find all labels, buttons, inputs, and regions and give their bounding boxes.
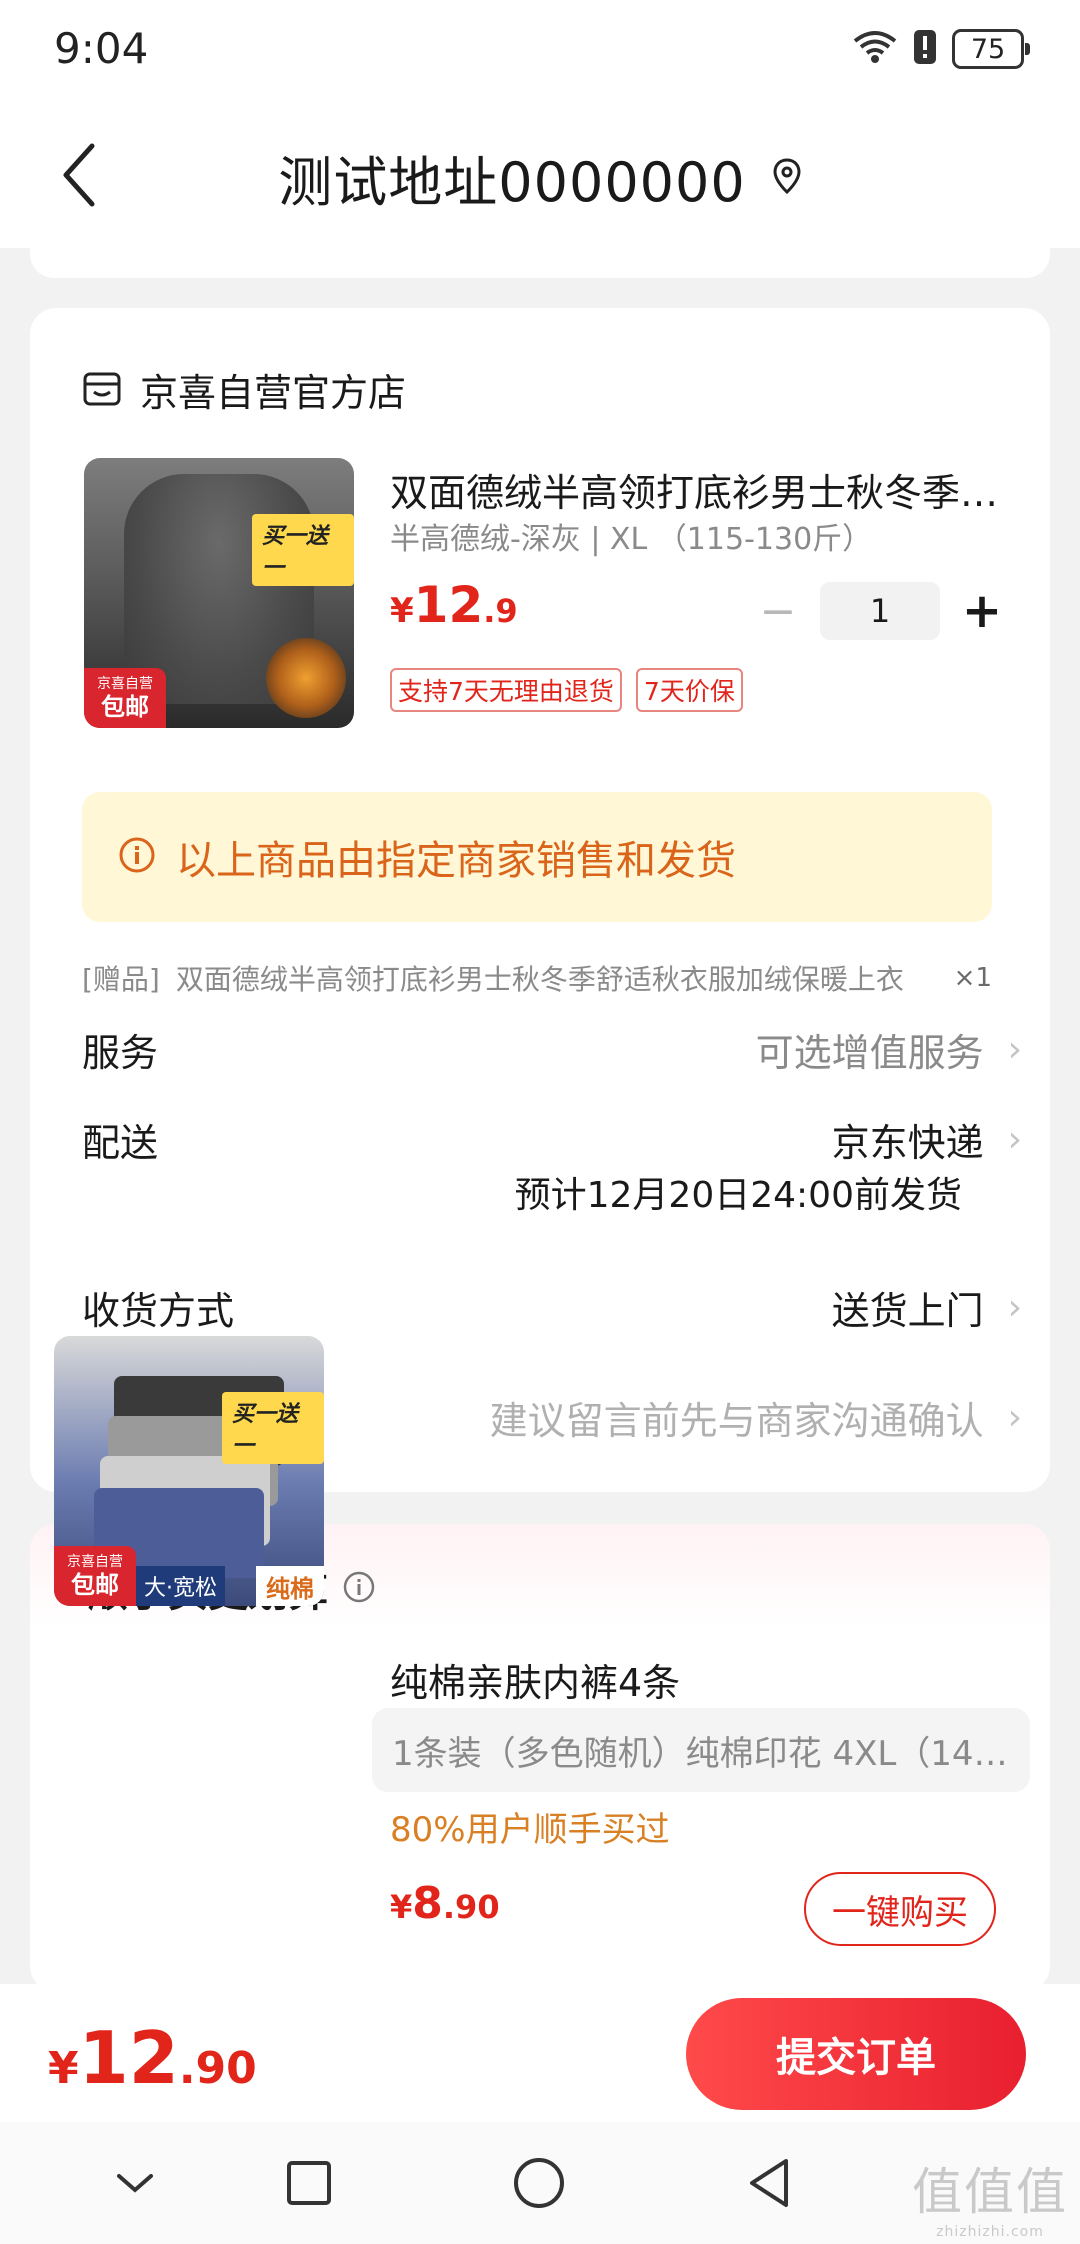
price-symbol: ¥ (48, 2043, 79, 2094)
store-icon (82, 368, 122, 412)
gift-row: [赠品] 双面德绒半高领打底衫男士秋冬季舒适秋衣服加绒保暖上衣 ×1 (82, 958, 992, 998)
badge-top-text: 京喜自营 (67, 1554, 123, 1570)
submit-order-button[interactable]: 提交订单 (686, 1998, 1026, 2110)
upsell-spec-selector[interactable]: 1条装（多色随机）纯棉印花 4XL（145-165斤） (372, 1708, 1030, 1792)
seller-notice: 以上商品由指定商家销售和发货 (82, 792, 992, 922)
product-price: ¥ 12 .9 (390, 576, 518, 634)
upsell-product-title[interactable]: 纯棉亲肤内裤4条 (390, 1652, 1010, 1707)
price-decimal: .90 (442, 1888, 500, 1926)
price-integer: 12 (78, 2016, 179, 2100)
price-decimal: .9 (483, 592, 518, 630)
status-icons: 75 (852, 28, 1030, 70)
store-name: 京喜自营官方店 (140, 371, 407, 415)
fit-badge: 大·宽松 (136, 1566, 225, 1606)
price-symbol: ¥ (390, 591, 414, 631)
receive-method-value: 送货上门 (831, 1289, 984, 1333)
delivery-value: 京东快递 (831, 1121, 984, 1165)
nav-recents-button[interactable] (274, 2148, 344, 2218)
store-card: 京喜自营官方店 买一送一 京喜自营 包邮 双面德绒半高领打底衫男士秋冬季舒适秋衣… (30, 308, 1050, 1492)
price-symbol: ¥ (390, 1888, 413, 1926)
gift-label: [赠品] (82, 963, 160, 996)
price-protect-tag: 7天价保 (635, 668, 743, 712)
quantity-stepper: − 1 + (748, 582, 1012, 640)
product-spec[interactable]: 半高德绒-深灰 | XL （115-130斤） (390, 514, 872, 558)
chevron-right-icon: › (1007, 1029, 1022, 1070)
quantity-plus-button[interactable]: + (952, 583, 1012, 639)
upsell-price: ¥ 8 .90 (390, 1878, 500, 1929)
watermark-sub: zhizhizhi.com (936, 2224, 1044, 2240)
service-row[interactable]: 服务 可选增值服务 › (82, 1022, 1022, 1077)
gift-qty: ×1 (953, 963, 992, 993)
delivery-estimate: 预计12月20日24:00前发货 (514, 1175, 962, 1216)
jd-badge: 京喜自营 包邮 (84, 668, 166, 728)
info-icon (118, 836, 156, 878)
nav-hide-button[interactable] (100, 2148, 170, 2218)
social-proof: 80%用户顺手买过 (390, 1810, 670, 1850)
message-input[interactable]: 建议留言前先与商家沟通确认 (490, 1390, 984, 1445)
watermark-main: 值值值 (912, 2163, 1068, 2221)
fleece-graphic (266, 638, 346, 718)
jd-badge: 京喜自营 包邮 (54, 1546, 136, 1606)
address-selector[interactable]: 测试地址0000000 (0, 138, 1080, 217)
receive-method-label: 收货方式 (82, 1289, 235, 1333)
square-icon (287, 2161, 331, 2205)
upsell-product-image[interactable]: 买一送一 京喜自营 包邮 大·宽松 纯棉 (54, 1336, 324, 1606)
alert-icon (912, 28, 938, 70)
status-time: 9:04 (54, 24, 149, 73)
service-label: 服务 (82, 1031, 159, 1075)
battery-icon: 75 (952, 29, 1030, 69)
header: 测试地址0000000 (0, 100, 1080, 248)
badge-bottom-text: 包邮 (101, 693, 149, 721)
info-icon[interactable] (342, 1570, 376, 1608)
return-policy-tag: 支持7天无理由退货 (390, 668, 622, 712)
product-image[interactable]: 买一送一 京喜自营 包邮 (84, 458, 354, 728)
chevron-right-icon: › (1007, 1397, 1022, 1438)
triangle-back-icon (750, 2159, 788, 2207)
store-header[interactable]: 京喜自营官方店 (82, 362, 406, 417)
address-card-tail (30, 248, 1050, 278)
notice-text: 以上商品由指定商家销售和发货 (176, 838, 736, 884)
watermark: 值值值 zhizhizhi.com (912, 2152, 1068, 2240)
nav-home-button[interactable] (504, 2148, 574, 2218)
checkout-bar: ¥ 12 .90 提交订单 (0, 1984, 1080, 2122)
circle-icon (514, 2158, 564, 2208)
gift-text: 双面德绒半高领打底衫男士秋冬季舒适秋衣服加绒保暖上衣 (175, 963, 904, 996)
nav-back-button[interactable] (734, 2148, 804, 2218)
one-click-buy-button[interactable]: 一键购买 (804, 1872, 996, 1946)
promo-tag: 买一送一 (222, 1392, 324, 1464)
service-tags: 支持7天无理由退货 7天价保 (390, 668, 743, 712)
quantity-input[interactable]: 1 (820, 582, 940, 640)
badge-top-text: 京喜自营 (97, 676, 153, 692)
status-bar: 9:04 75 (0, 0, 1080, 100)
upsell-spec: 1条装（多色随机）纯棉印花 4XL（145-165斤） (392, 1733, 1010, 1774)
chevron-right-icon: › (1007, 1119, 1022, 1160)
service-value: 可选增值服务 (755, 1031, 984, 1075)
receive-method-row[interactable]: 收货方式 送货上门 › (82, 1280, 1022, 1335)
badge-bottom-text: 包邮 (71, 1571, 119, 1599)
delivery-row[interactable]: 配送 京东快递 › (82, 1112, 1022, 1167)
price-decimal: .90 (178, 2043, 257, 2094)
chevron-down-icon (117, 2174, 153, 2193)
product-title[interactable]: 双面德绒半高领打底衫男士秋冬季舒适秋衣服加绒保暖上衣 (390, 462, 1010, 517)
location-pin-icon (772, 157, 802, 199)
promo-tag: 买一送一 (252, 514, 354, 586)
page-title: 测试地址0000000 (278, 151, 746, 214)
price-integer: 8 (412, 1878, 443, 1929)
wifi-icon (852, 29, 898, 69)
total-price: ¥ 12 .90 (48, 2016, 257, 2100)
price-integer: 12 (413, 576, 484, 634)
cotton-badge: 纯棉 (256, 1566, 324, 1606)
quantity-minus-button[interactable]: − (748, 583, 808, 639)
chevron-right-icon: › (1007, 1287, 1022, 1328)
delivery-label: 配送 (82, 1121, 159, 1165)
